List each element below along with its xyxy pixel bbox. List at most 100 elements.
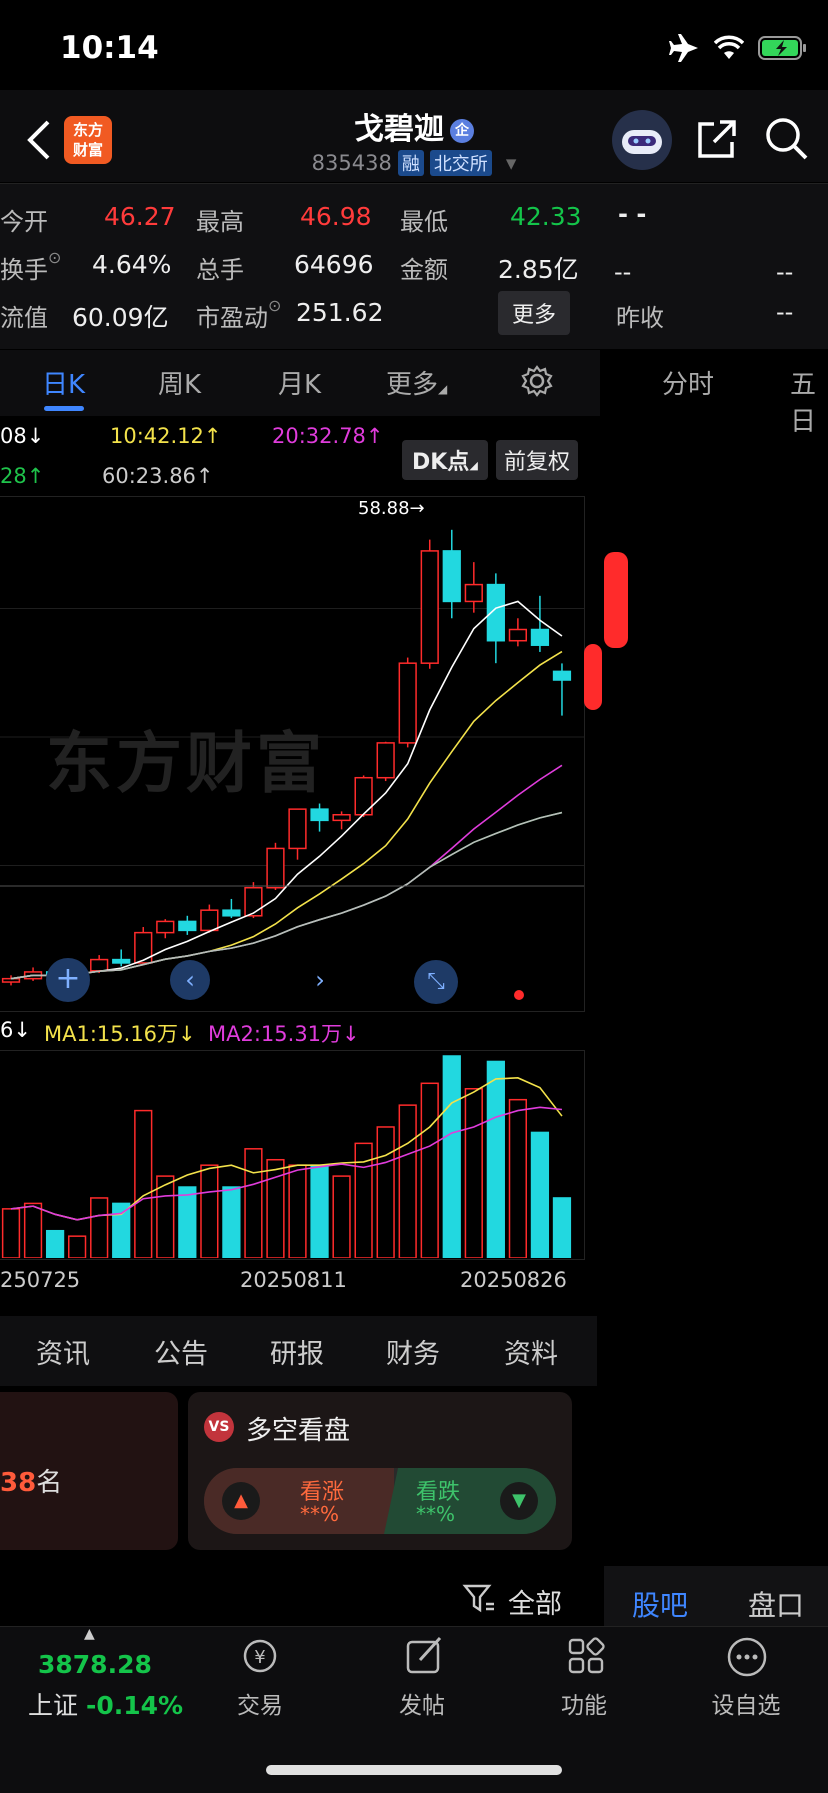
stat-open-value: 46.27 — [104, 202, 176, 231]
candle-body — [310, 808, 329, 822]
candle-body — [112, 958, 131, 964]
candle-body — [552, 670, 572, 681]
tab-more[interactable]: 更多◢ — [386, 364, 447, 401]
candle-body — [442, 550, 461, 603]
more-stats-button[interactable]: 更多 — [498, 291, 571, 335]
ma-line — [10, 650, 563, 980]
status-bar: 10:14 — [0, 0, 828, 90]
function-grid-icon[interactable] — [566, 1636, 606, 1676]
stat-high-value: 46.98 — [300, 202, 372, 231]
red-dot-marker — [514, 990, 524, 1000]
vol-legend-ma2: MA2:15.31万↓ — [208, 1022, 360, 1046]
fullscreen-button[interactable]: ⤡ — [414, 960, 458, 1004]
vol-legend-ma1: MA1:15.16万↓ — [44, 1022, 196, 1046]
stat-prev-close-label: 昨收 — [616, 304, 664, 332]
stat-right-r2a: -- — [614, 258, 632, 286]
battery-icon — [758, 36, 806, 60]
tab-time-share[interactable]: 分时 — [662, 364, 714, 401]
volume-bar — [200, 1164, 219, 1258]
share-icon[interactable] — [696, 118, 738, 160]
volume-chart[interactable] — [0, 1050, 584, 1258]
ma-legend-10: 10:42.12↑ — [110, 424, 222, 448]
candle-body — [156, 920, 175, 934]
stat-float-cap-value: 60.09亿 — [72, 303, 169, 332]
candle-body — [266, 847, 285, 889]
candle-body — [90, 958, 109, 972]
tab-day-k[interactable]: 日K — [42, 364, 85, 401]
stat-turnover-value: 4.64% — [92, 250, 172, 279]
vs-icon: VS — [204, 1412, 234, 1442]
more-dots-icon[interactable] — [726, 1636, 768, 1678]
stat-right-top: - - — [618, 200, 647, 228]
volume-bar — [112, 1202, 131, 1258]
volume-bar — [134, 1109, 153, 1258]
volume-bar — [45, 1229, 65, 1258]
search-icon[interactable] — [764, 116, 808, 162]
filter-label[interactable]: 全部 — [508, 1582, 562, 1621]
candle-body — [134, 931, 153, 964]
rank-number: 38 — [0, 1468, 37, 1498]
scroll-right-button[interactable]: › — [300, 960, 340, 1000]
rank-card[interactable]: 38名 — [0, 1392, 178, 1550]
watermark: 东方财富 — [46, 725, 326, 802]
candle-body — [332, 814, 351, 822]
nav-post[interactable]: 发帖 — [372, 1686, 472, 1720]
trade-yen-icon[interactable]: ¥ — [236, 1636, 284, 1676]
ma-legend-20: 20:32.78↑ — [272, 424, 384, 448]
tab-announcements[interactable]: 公告 — [154, 1332, 208, 1371]
tab-news[interactable]: 资讯 — [36, 1332, 90, 1371]
enterprise-badge: 企 — [450, 118, 474, 143]
dropdown-triangle-icon[interactable]: ▾ — [506, 151, 517, 175]
date-label-2: 20250811 — [240, 1268, 347, 1292]
volume-bar — [244, 1148, 263, 1258]
tab-month-k[interactable]: 月K — [278, 364, 321, 401]
candle-body — [1, 977, 21, 983]
bull-arrow-icon[interactable]: ▲ — [222, 1482, 260, 1520]
index-caret-icon: ▲ — [84, 1626, 95, 1642]
adjust-mode-button[interactable]: 前复权 — [496, 440, 579, 480]
candle-body — [200, 909, 219, 932]
index-value[interactable]: 3878.28 — [38, 1650, 152, 1679]
nav-add-watchlist[interactable]: 设自选 — [696, 1686, 796, 1720]
stat-volume-value: 64696 — [294, 250, 374, 279]
settings-gear-icon[interactable] — [520, 364, 554, 398]
filter-icon[interactable] — [462, 1582, 496, 1616]
tab-guba[interactable]: 股吧 — [632, 1584, 688, 1624]
volume-bar — [68, 1235, 87, 1258]
stat-open-label: 今开 — [0, 208, 48, 236]
ma-line — [10, 811, 563, 980]
tab-week-k[interactable]: 周K — [158, 364, 201, 401]
scroll-left-button[interactable]: ‹ — [170, 960, 210, 1000]
margin-tag: 融 — [397, 150, 424, 176]
rank-suffix: 名 — [36, 1468, 63, 1498]
stat-volume-label: 总手 — [196, 256, 244, 284]
tab-five-day[interactable]: 五日 — [790, 364, 828, 438]
pe-info-icon[interactable]: ⊙ — [268, 296, 281, 315]
volume-bar — [1, 1208, 21, 1258]
stat-pe-value: 251.62 — [296, 298, 384, 327]
volume-bar — [398, 1104, 417, 1258]
bear-arrow-icon[interactable]: ▼ — [500, 1482, 538, 1520]
tab-research[interactable]: 研报 — [270, 1332, 324, 1371]
info-dots-icon[interactable]: ⊙ — [48, 248, 61, 267]
stat-right-r2b: -- — [776, 258, 794, 286]
candle-body — [288, 808, 307, 850]
tab-profile[interactable]: 资料 — [504, 1332, 558, 1371]
candle-body — [398, 662, 417, 744]
nav-trade[interactable]: 交易 — [210, 1686, 310, 1720]
bull-bear-card[interactable]: VS 多空看盘 ▲ 看涨 **% 看跌 **% ▼ — [188, 1392, 572, 1550]
stat-prev-close-value: -- — [776, 298, 794, 326]
volume-bar — [23, 1202, 43, 1258]
tab-finance[interactable]: 财务 — [386, 1332, 440, 1371]
dk-point-button[interactable]: DK点◢ — [402, 440, 488, 480]
stat-low-value: 42.33 — [510, 202, 582, 231]
bear-value: **% — [416, 1502, 456, 1526]
high-price-label: 58.88→ — [358, 498, 425, 519]
tab-pankou[interactable]: 盘口 — [748, 1584, 804, 1624]
exchange-tag: 北交所 — [429, 150, 492, 176]
nav-function[interactable]: 功能 — [534, 1686, 634, 1720]
robot-avatar[interactable] — [612, 110, 672, 170]
index-row[interactable]: 上证 -0.14% — [28, 1686, 183, 1722]
post-edit-icon[interactable] — [402, 1634, 446, 1676]
zoom-in-button[interactable]: + — [46, 958, 90, 1002]
